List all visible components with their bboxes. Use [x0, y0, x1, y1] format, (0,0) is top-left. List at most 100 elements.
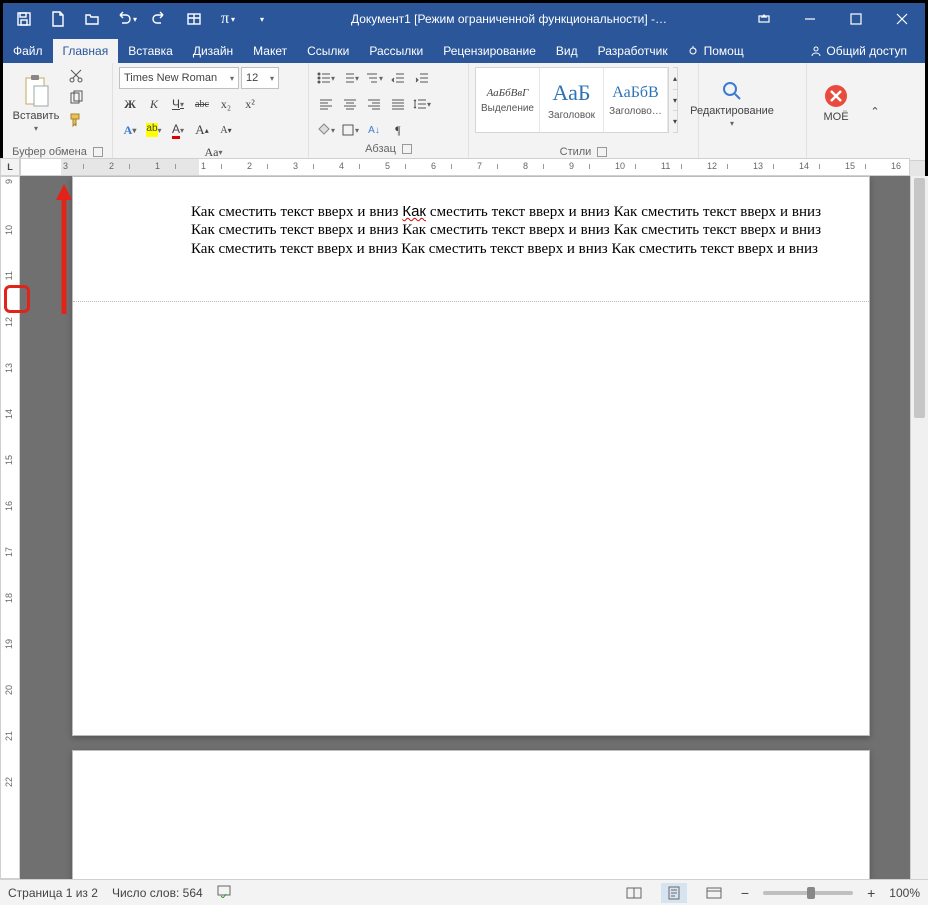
- collapse-ribbon-button[interactable]: ⌃: [863, 63, 887, 160]
- save-button[interactable]: [9, 4, 39, 34]
- zoom-level[interactable]: 100%: [889, 886, 920, 900]
- zoom-out-button[interactable]: −: [741, 885, 749, 901]
- read-mode-button[interactable]: [621, 883, 647, 903]
- page-2[interactable]: [72, 750, 870, 879]
- align-left-button[interactable]: [315, 93, 337, 115]
- styles-launcher[interactable]: [597, 147, 607, 157]
- tab-view[interactable]: Вид: [546, 39, 588, 63]
- zoom-in-button[interactable]: +: [867, 885, 875, 901]
- tab-mailings[interactable]: Рассылки: [359, 39, 433, 63]
- print-layout-button[interactable]: [661, 883, 687, 903]
- status-bar: Страница 1 из 2 Число слов: 564 − + 100%: [0, 879, 928, 905]
- style-item-0[interactable]: АаБбВвГВыделение: [476, 68, 540, 132]
- paragraph-label: Абзац: [365, 143, 396, 155]
- web-layout-button[interactable]: [701, 883, 727, 903]
- annotation-highlight-box: [4, 285, 30, 313]
- superscript-button[interactable]: x²: [239, 93, 261, 115]
- format-painter-button[interactable]: [67, 111, 85, 129]
- tab-selector[interactable]: L: [0, 158, 20, 176]
- tab-insert[interactable]: Вставка: [118, 39, 183, 63]
- share-label: Общий доступ: [826, 44, 907, 58]
- tab-layout[interactable]: Макет: [243, 39, 297, 63]
- tab-developer[interactable]: Разработчик: [588, 39, 678, 63]
- clipboard-launcher[interactable]: [93, 147, 103, 157]
- shading-button[interactable]: ▾: [315, 119, 337, 141]
- scroll-thumb[interactable]: [914, 178, 925, 418]
- share-button[interactable]: Общий доступ: [800, 39, 917, 63]
- justify-button[interactable]: [387, 93, 409, 115]
- zoom-slider[interactable]: [763, 891, 853, 895]
- undo-button[interactable]: ▾: [111, 4, 141, 34]
- font-color-button[interactable]: A▾: [167, 119, 189, 141]
- qat-customize-button[interactable]: ▾: [247, 4, 277, 34]
- borders-button[interactable]: ▾: [339, 119, 361, 141]
- gridline: [73, 301, 869, 302]
- equation-button[interactable]: π▾: [213, 4, 243, 34]
- vertical-ruler[interactable]: 910111213141516171819202122: [0, 176, 20, 879]
- shrink-font-button[interactable]: A▾: [215, 119, 237, 141]
- editing-button[interactable]: Редактирование ▾: [705, 67, 759, 139]
- vertical-scrollbar[interactable]: [910, 176, 928, 879]
- tab-file[interactable]: Файл: [3, 39, 53, 63]
- ribbon-options-button[interactable]: [741, 3, 787, 35]
- align-right-button[interactable]: [363, 93, 385, 115]
- subscript-button[interactable]: x₂: [215, 93, 237, 115]
- align-center-button[interactable]: [339, 93, 361, 115]
- sort-button[interactable]: A↓: [363, 119, 385, 141]
- dec-indent-button[interactable]: [387, 67, 409, 89]
- document-text[interactable]: Как сместить текст вверх и вниз Как смес…: [191, 203, 821, 258]
- tell-me[interactable]: Помощ: [678, 39, 754, 63]
- close-button[interactable]: [879, 3, 925, 35]
- grow-font-button[interactable]: A▴: [191, 119, 213, 141]
- page-1[interactable]: Как сместить текст вверх и вниз Как смес…: [72, 176, 870, 736]
- cut-button[interactable]: [67, 67, 85, 85]
- tab-references[interactable]: Ссылки: [297, 39, 359, 63]
- underline-button[interactable]: Ч▾: [167, 93, 189, 115]
- open-button[interactable]: [77, 4, 107, 34]
- styles-up[interactable]: ▴: [673, 68, 677, 89]
- redo-button[interactable]: [145, 4, 175, 34]
- line-spacing-button[interactable]: ▾: [411, 93, 433, 115]
- proofing-icon[interactable]: [217, 884, 233, 901]
- text-effects-button[interactable]: A▾: [119, 119, 141, 141]
- font-size-combo[interactable]: 12▾: [241, 67, 279, 89]
- bold-button[interactable]: Ж: [119, 93, 141, 115]
- window-title: Документ1 [Режим ограниченной функционал…: [277, 12, 741, 26]
- clipboard-label: Буфер обмена: [12, 146, 87, 158]
- font-name-combo[interactable]: Times New Roman▾: [119, 67, 239, 89]
- page-status[interactable]: Страница 1 из 2: [8, 886, 98, 900]
- bullets-button[interactable]: ▾: [315, 67, 337, 89]
- word-count[interactable]: Число слов: 564: [112, 886, 203, 900]
- tab-review[interactable]: Рецензирование: [433, 39, 546, 63]
- tab-home[interactable]: Главная: [53, 39, 119, 63]
- horizontal-ruler[interactable]: 3211234567891011121314151617: [20, 158, 910, 176]
- styles-gallery[interactable]: АаБбВвГВыделениеАаБЗаголовокАаБбВЗаголов…: [475, 67, 669, 133]
- moe-button[interactable]: МОЁ: [813, 67, 859, 139]
- group-moe: МОЁ: [807, 63, 863, 160]
- group-font: Times New Roman▾ 12▾ Ж К Ч▾ abc x₂ x² A▾…: [113, 63, 309, 160]
- styles-down[interactable]: ▾: [673, 89, 677, 111]
- strike-button[interactable]: abc: [191, 93, 213, 115]
- title-bar: ▾ π▾ ▾ Документ1 [Режим ограниченной фун…: [3, 3, 925, 35]
- zoom-slider-thumb[interactable]: [807, 887, 815, 899]
- multilevel-button[interactable]: ▾: [363, 67, 385, 89]
- inc-indent-button[interactable]: [411, 67, 433, 89]
- styles-more[interactable]: ▾: [673, 110, 677, 132]
- numbering-button[interactable]: ▾: [339, 67, 361, 89]
- annotation-arrow: [54, 184, 74, 314]
- italic-button[interactable]: К: [143, 93, 165, 115]
- style-item-1[interactable]: АаБЗаголовок: [540, 68, 604, 132]
- minimize-button[interactable]: [787, 3, 833, 35]
- copy-button[interactable]: [67, 89, 85, 107]
- tell-me-label: Помощ: [704, 44, 744, 58]
- highlight-button[interactable]: ab▾: [143, 119, 165, 141]
- font-name-value: Times New Roman: [124, 72, 217, 84]
- paste-button[interactable]: Вставить ▾: [9, 67, 63, 139]
- tab-design[interactable]: Дизайн: [183, 39, 243, 63]
- style-item-2[interactable]: АаБбВЗаголово…: [604, 68, 668, 132]
- maximize-button[interactable]: [833, 3, 879, 35]
- table-button[interactable]: [179, 4, 209, 34]
- show-marks-button[interactable]: ¶: [387, 119, 409, 141]
- paragraph-launcher[interactable]: [402, 144, 412, 154]
- new-doc-button[interactable]: [43, 4, 73, 34]
